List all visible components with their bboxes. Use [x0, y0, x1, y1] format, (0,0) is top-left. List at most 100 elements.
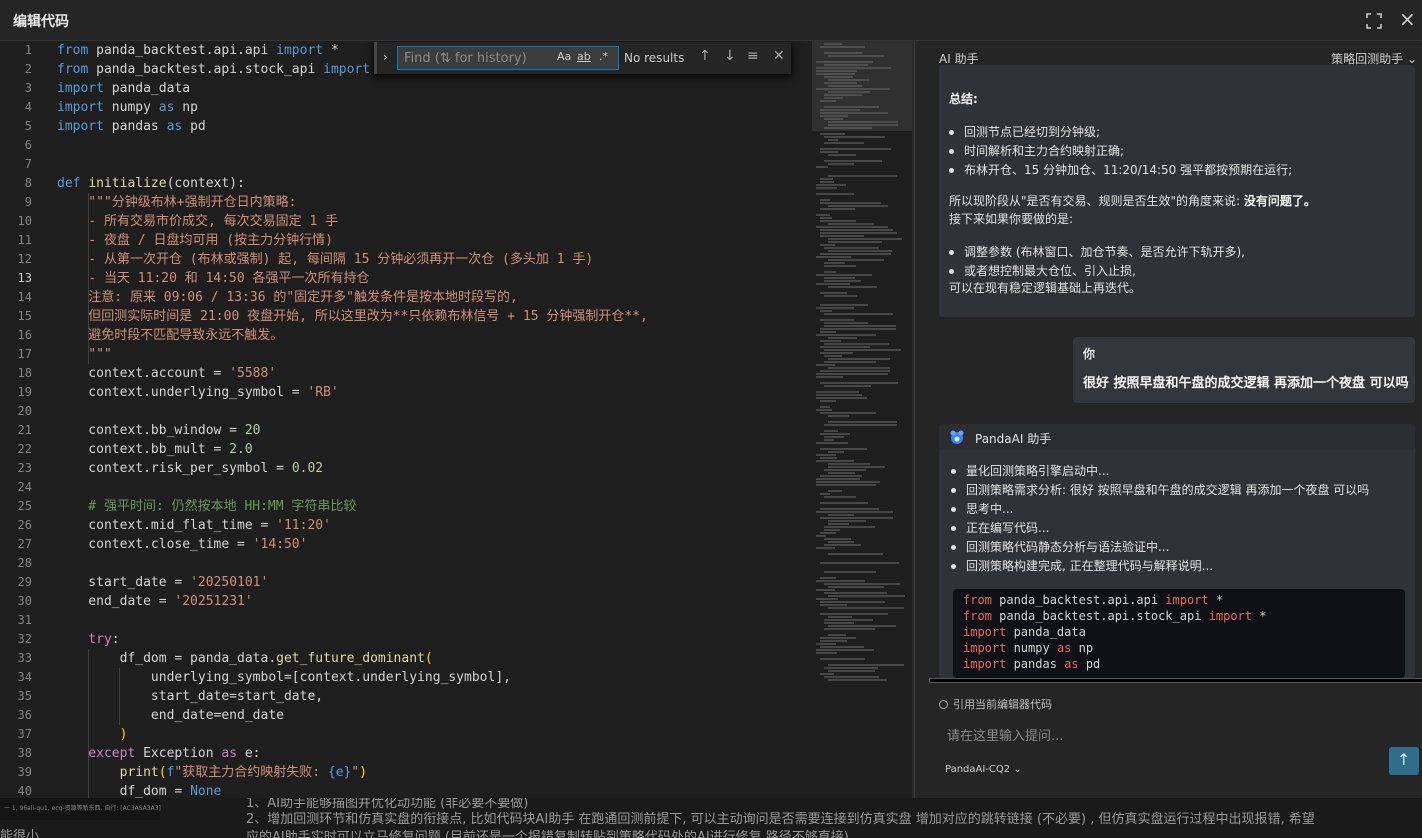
- minimap-line: [828, 670, 875, 672]
- match-case-toggle[interactable]: Aa: [557, 50, 571, 63]
- code-line[interactable]: start_date=start_date,: [57, 687, 323, 706]
- match-whole-word-toggle[interactable]: ab: [577, 50, 591, 63]
- close-find-icon[interactable]: ✕: [773, 48, 785, 64]
- code-line[interactable]: underlying_symbol=[context.underlying_sy…: [57, 668, 511, 687]
- code-line[interactable]: context.bb_window = 20: [57, 421, 260, 440]
- line-number-gutter: 1 2 3 4 5 6 7 8 9 10 11 12 13 14 15 16 17 18 19 20 21 22 23 24 2…: [0, 41, 48, 798]
- find-result-count: No results: [624, 51, 685, 65]
- minimap-line: [824, 262, 845, 264]
- horizontal-scrollbar[interactable]: [929, 678, 1422, 683]
- code-line[interactable]: context.underlying_symbol = 'RB': [57, 383, 338, 402]
- next-match-icon[interactable]: ↓: [724, 48, 736, 64]
- assistant-code-block[interactable]: from panda_backtest.api.api import * from…: [953, 589, 1405, 678]
- code-line[interactable]: end_date = '20251231': [57, 592, 252, 611]
- toggle-replace-icon[interactable]: ›: [383, 50, 388, 64]
- code-line[interactable]: import numpy as np: [57, 98, 198, 117]
- code-line[interactable]: """分钟级布林+强制开仓日内策略:: [57, 193, 296, 212]
- minimap-line: [816, 580, 865, 582]
- code-line[interactable]: # 强平时间: 仍然按本地 HH:MM 字符串比较: [57, 497, 356, 516]
- minimap-line: [816, 70, 857, 72]
- user-author: 你: [1083, 347, 1096, 361]
- code-line[interactable]: 避免时段不匹配导致永远不触发。: [57, 326, 283, 345]
- code-line[interactable]: - 当天 11:20 和 14:50 各强平一次所有持仓: [57, 269, 369, 288]
- close-dialog-icon[interactable]: ×: [1399, 9, 1416, 29]
- minimap-line: [824, 622, 854, 624]
- code-line[interactable]: context.risk_per_symbol = 0.02: [57, 459, 323, 478]
- minimap-line: [820, 220, 856, 222]
- cite-editor-code-option[interactable]: 引用当前编辑器代码: [939, 696, 1052, 712]
- minimap-line: [820, 400, 836, 402]
- code-line[interactable]: context.close_time = '14:50': [57, 535, 307, 554]
- line-number: 34: [17, 670, 32, 684]
- line-number: 38: [17, 746, 32, 760]
- minimap-line: [816, 454, 836, 456]
- code-line[interactable]: - 夜盘 / 日盘均可用 (按主力分钟行情): [57, 231, 333, 250]
- code-line[interactable]: def initialize(context):: [57, 174, 245, 193]
- code-line[interactable]: from panda_backtest.api.api import *: [57, 41, 339, 60]
- minimap-line: [820, 100, 836, 102]
- minimap-line: [828, 85, 862, 87]
- code-line[interactable]: 注意: 原来 09:06 / 13:36 的"固定开多"触发条件是按本地时段写的…: [57, 288, 518, 307]
- code-line[interactable]: from panda_backtest.api.stock_api import: [57, 60, 370, 79]
- minimap-line: [820, 181, 834, 183]
- code-line[interactable]: - 所有交易市价成交, 每次交易固定 1 手: [57, 212, 338, 231]
- minimap-line: [820, 46, 865, 48]
- minimap-line: [816, 397, 867, 399]
- code-line[interactable]: import pandas as pd: [57, 117, 206, 136]
- minimap-line: [820, 253, 891, 255]
- model-select[interactable]: PandaAI-CQ2 ⌄: [945, 764, 1022, 775]
- minimap-line: [828, 664, 904, 666]
- minimap-line: [820, 601, 885, 603]
- minimap-line: [820, 412, 876, 414]
- fullscreen-icon[interactable]: [1366, 13, 1382, 29]
- code-line[interactable]: context.mid_flat_time = '11:20': [57, 516, 331, 535]
- minimap-line: [820, 562, 899, 564]
- minimap-line: [824, 76, 853, 78]
- radio-icon[interactable]: [939, 700, 948, 709]
- code-line[interactable]: end_date=end_date: [57, 706, 284, 725]
- minimap-line: [824, 295, 857, 297]
- code-line[interactable]: 但回测实际时间是 21:00 夜盘开始, 所以这里改为**只依赖布林信号 + 1…: [57, 307, 648, 326]
- send-button[interactable]: ↑: [1389, 747, 1419, 775]
- thumbnail: 一 1, 96ali-qu1, ecq-资源等新东西. 自行: [AC3ASA3…: [0, 798, 161, 820]
- regex-toggle[interactable]: .*: [599, 50, 608, 63]
- minimap-line: [828, 490, 842, 492]
- code-line[interactable]: import panda_data: [57, 79, 190, 98]
- minimap-line: [828, 466, 885, 468]
- code-line[interactable]: ): [57, 725, 128, 744]
- previous-match-icon[interactable]: ↑: [699, 48, 711, 64]
- minimap-line: [824, 325, 896, 327]
- minimap-line: [828, 625, 896, 627]
- code-line[interactable]: context.bb_mult = 2.0: [57, 440, 252, 459]
- doc-side-text: 能很小: [0, 829, 40, 838]
- minimap-line: [824, 52, 862, 54]
- minimap-line: [816, 214, 830, 216]
- code-line[interactable]: print(f"获取主力合约映射失败: {e}"): [57, 763, 367, 782]
- minimap-line: [820, 151, 838, 153]
- question-input[interactable]: 请在这里输入提问...: [947, 725, 1063, 744]
- code-line[interactable]: - 从第一次开仓 (布林或强制) 起, 每间隔 15 分钟必须再开一次仓 (多头…: [57, 250, 593, 269]
- find-in-selection-icon[interactable]: ≡: [747, 48, 759, 64]
- code-line[interactable]: start_date = '20250101': [57, 573, 268, 592]
- code-line[interactable]: df_dom = None: [57, 782, 222, 798]
- list-item: 布林开仓、15 分钟加仓、11:20/14:50 强平都按预期在运行;: [949, 161, 1292, 178]
- minimap-line: [828, 91, 870, 93]
- assistant-previous-message: 总结: 回测节点已经切到分钟级; 时间解析和主力合约映射正确; 布林开仓、15 …: [939, 65, 1415, 317]
- minimap-line: [828, 595, 905, 597]
- code-line[interactable]: context.account = '5588': [57, 364, 276, 383]
- line-number: 16: [17, 328, 32, 342]
- minimap-line: [820, 532, 836, 534]
- code-line[interactable]: """: [57, 345, 112, 364]
- minimap-line: [820, 199, 830, 201]
- code-line[interactable]: try:: [57, 630, 119, 649]
- minimap-line: [816, 484, 876, 486]
- code-line[interactable]: df_dom = panda_data.get_future_dominant(: [57, 649, 433, 668]
- code-area[interactable]: from panda_backtest.api.api import * from…: [57, 41, 807, 798]
- minimap-line: [828, 514, 854, 516]
- minimap-line: [824, 436, 844, 438]
- minimap-line: [824, 343, 889, 345]
- code-editor[interactable]: 1 2 3 4 5 6 7 8 9 10 11 12 13 14 15 16 17 18 19 20 21 22 23 24 2…: [0, 41, 912, 798]
- minimap[interactable]: [812, 41, 912, 798]
- list-item: 量化回测策略引擎启动中...: [951, 462, 1109, 479]
- minimap-line: [816, 478, 860, 480]
